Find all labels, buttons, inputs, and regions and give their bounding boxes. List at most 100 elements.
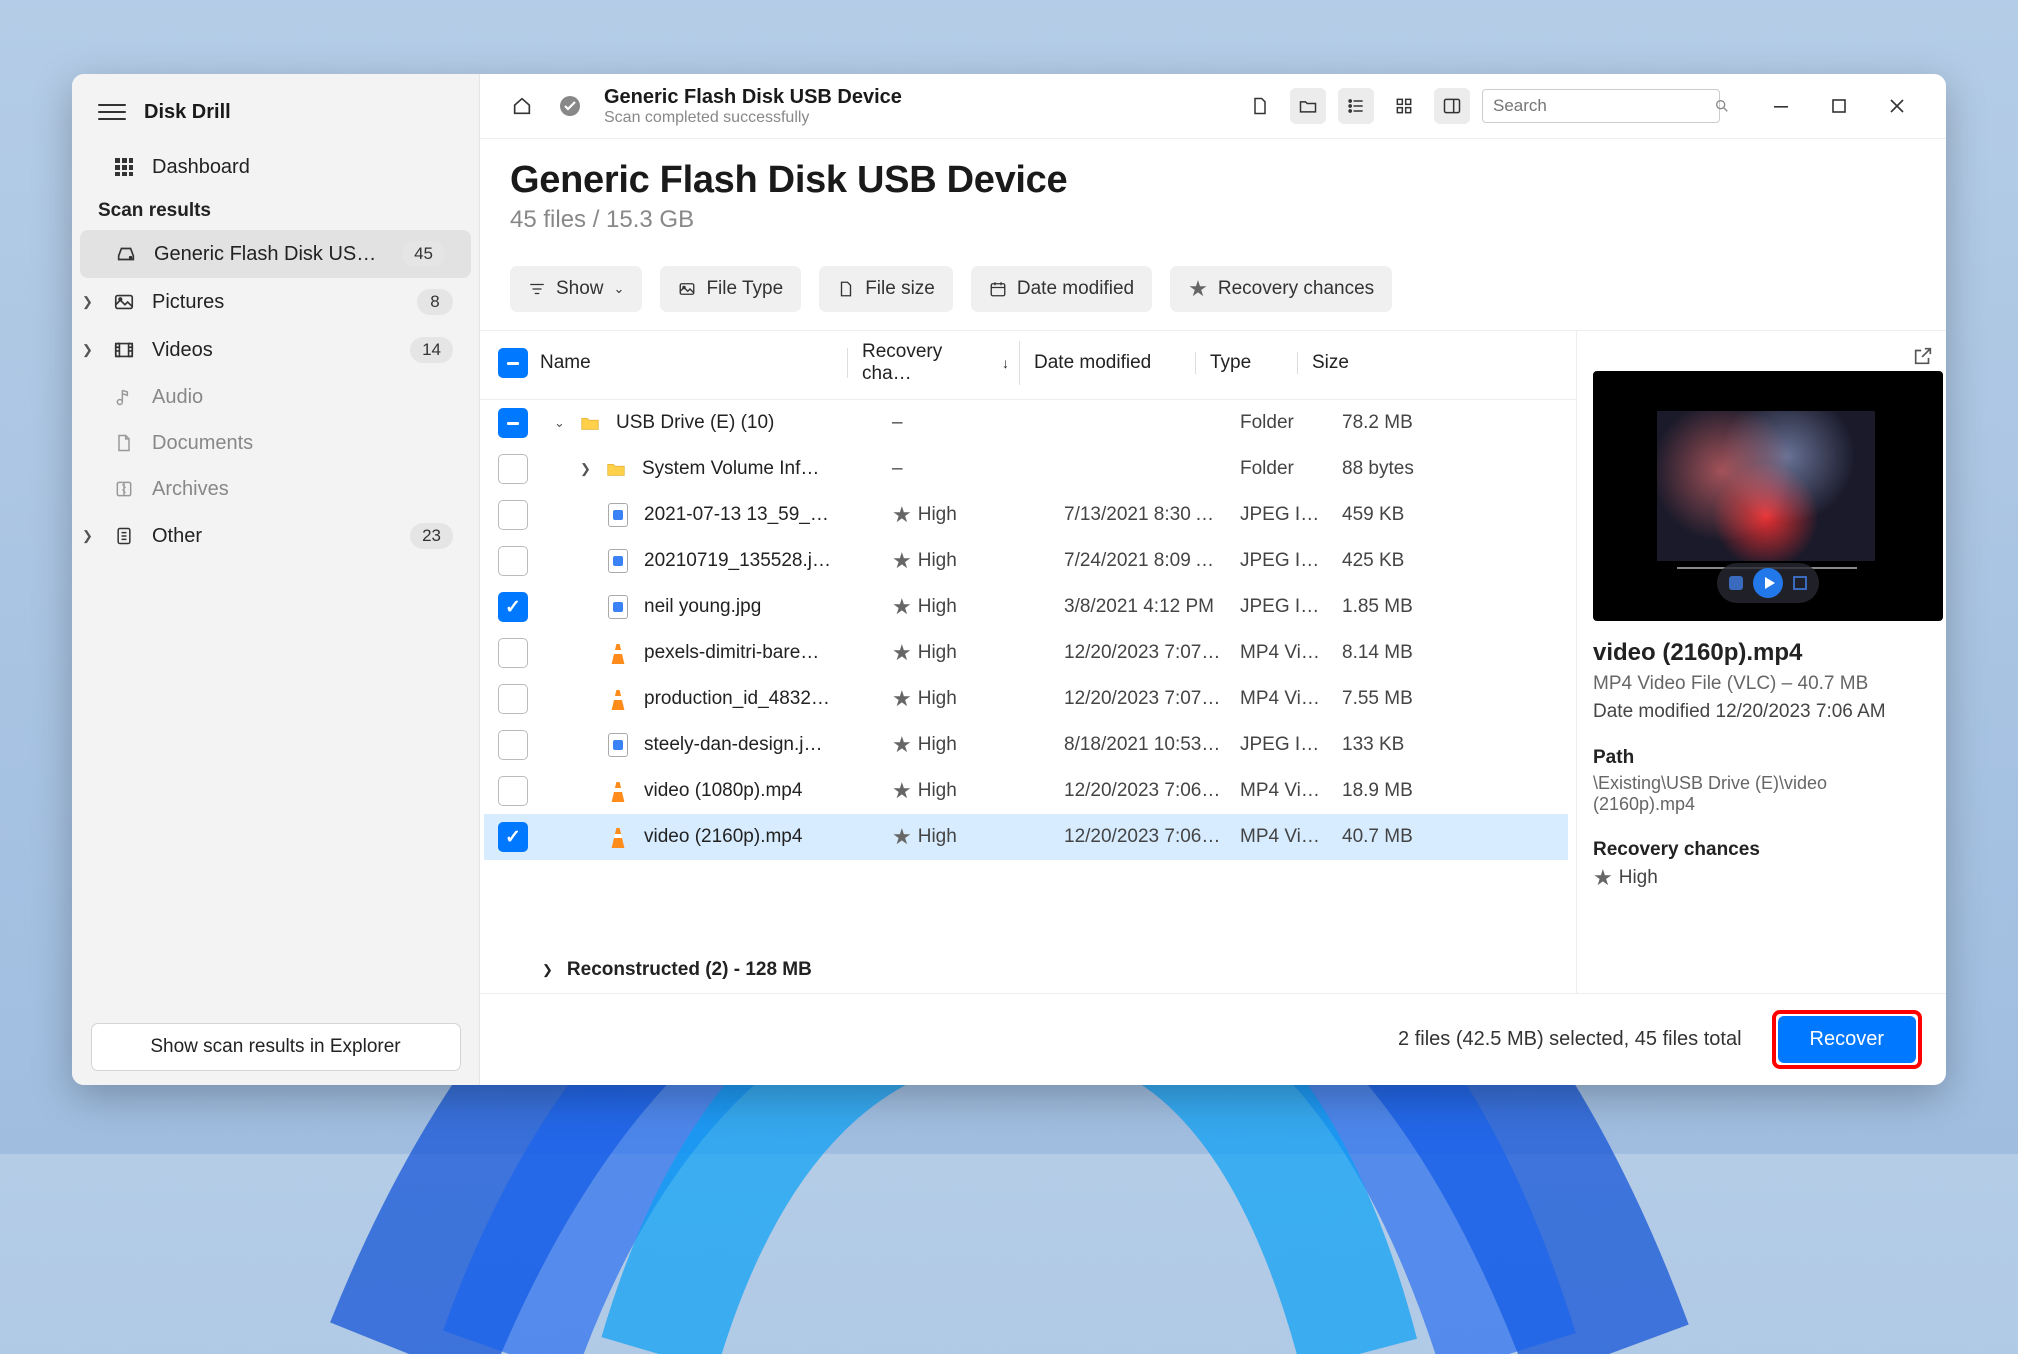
recovery-value: High: [918, 550, 957, 572]
table-row[interactable]: pexels-dimitri-bare…★High12/20/2023 7:07…: [484, 630, 1568, 676]
preview-path-value: \Existing\USB Drive (E)\video (2160p).mp…: [1593, 773, 1934, 815]
sidebar-item-documents[interactable]: Documents: [72, 420, 479, 466]
cell-recovery: –: [878, 412, 1050, 434]
cell-size: 7.55 MB: [1328, 688, 1448, 710]
table-row[interactable]: neil young.jpg★High3/8/2021 4:12 PMJPEG …: [484, 584, 1568, 630]
open-external-icon[interactable]: [1912, 345, 1934, 367]
chevron-right-icon[interactable]: ❯: [82, 528, 93, 544]
table-row[interactable]: 2021-07-13 13_59_…★High7/13/2021 8:30 A……: [484, 492, 1568, 538]
menu-icon[interactable]: [98, 98, 126, 126]
cell-size: 78.2 MB: [1328, 412, 1448, 434]
column-name[interactable]: Name: [540, 352, 591, 374]
row-checkbox[interactable]: [498, 546, 528, 576]
file-size-filter[interactable]: File size: [819, 266, 953, 312]
search-field[interactable]: [1493, 96, 1714, 116]
page-title: Generic Flash Disk USB Device: [510, 159, 1916, 202]
date-modified-filter[interactable]: Date modified: [971, 266, 1152, 312]
audio-icon: [112, 385, 136, 409]
chevron-right-icon[interactable]: ❯: [82, 294, 93, 310]
sidebar-item-archives[interactable]: Archives: [72, 466, 479, 512]
sidebar-item-videos[interactable]: ❯ Videos 14: [72, 326, 479, 374]
sidebar-item-count: 8: [417, 289, 453, 315]
sidebar-item-audio[interactable]: Audio: [72, 374, 479, 420]
row-checkbox[interactable]: [498, 500, 528, 530]
recovery-chances-filter[interactable]: ★ Recovery chances: [1170, 266, 1392, 312]
cell-type: Folder: [1226, 458, 1328, 480]
column-recovery[interactable]: Recovery cha…: [862, 341, 992, 385]
cell-type: JPEG Im…: [1226, 734, 1328, 756]
chevron-right-icon[interactable]: ❯: [580, 461, 596, 477]
file-icon[interactable]: [1242, 88, 1278, 124]
stop-icon[interactable]: [1729, 576, 1743, 590]
sidebar-item-other[interactable]: ❯ Other 23: [72, 512, 479, 560]
table-row[interactable]: video (1080p).mp4★High12/20/2023 7:06…MP…: [484, 768, 1568, 814]
minimize-button[interactable]: [1752, 84, 1810, 128]
maximize-button[interactable]: [1810, 84, 1868, 128]
show-in-explorer-button[interactable]: Show scan results in Explorer: [91, 1023, 461, 1071]
preview-thumbnail[interactable]: [1593, 371, 1943, 621]
select-all-checkbox[interactable]: [498, 348, 528, 378]
table-row[interactable]: video (2160p).mp4★High12/20/2023 7:06…MP…: [484, 814, 1568, 860]
row-checkbox[interactable]: [498, 638, 528, 668]
table-row[interactable]: 20210719_135528.j…★High7/24/2021 8:09 A……: [484, 538, 1568, 584]
file-type-filter[interactable]: File Type: [660, 266, 801, 312]
table-row[interactable]: ❯System Volume Inf…–Folder88 bytes: [484, 446, 1568, 492]
sidebar-item-drive[interactable]: Generic Flash Disk USB D… 45: [80, 230, 471, 278]
fullscreen-icon[interactable]: [1793, 576, 1807, 590]
table-row[interactable]: steely-dan-design.j…★High8/18/2021 10:53…: [484, 722, 1568, 768]
recovery-value: High: [918, 596, 957, 618]
file-name: video (2160p).mp4: [644, 826, 802, 848]
cell-type: Folder: [1226, 412, 1328, 434]
grid-view-icon[interactable]: [1386, 88, 1422, 124]
cell-size: 88 bytes: [1328, 458, 1448, 480]
play-button[interactable]: [1753, 568, 1783, 598]
reconstructed-row[interactable]: ❯ Reconstructed (2) - 128 MB: [480, 947, 1576, 993]
vlc-file-icon: [606, 687, 630, 711]
preview-filename: video (2160p).mp4: [1593, 639, 1934, 667]
sidebar-item-label: Generic Flash Disk USB D…: [154, 243, 386, 266]
column-date[interactable]: Date modified: [1020, 352, 1196, 374]
recovery-value: High: [918, 504, 957, 526]
row-checkbox[interactable]: [498, 776, 528, 806]
sidebar-item-pictures[interactable]: ❯ Pictures 8: [72, 278, 479, 326]
row-checkbox[interactable]: [498, 592, 528, 622]
show-filter[interactable]: Show ⌄: [510, 266, 642, 312]
row-checkbox[interactable]: [498, 822, 528, 852]
folder-icon: [604, 457, 628, 481]
sidebar-item-dashboard[interactable]: Dashboard: [72, 144, 479, 190]
page-header: Generic Flash Disk USB Device 45 files /…: [480, 139, 1946, 252]
table-row[interactable]: ⌄USB Drive (E) (10)–Folder78.2 MB: [484, 400, 1568, 446]
home-icon[interactable]: [504, 88, 540, 124]
cell-type: MP4 Vi…: [1226, 826, 1328, 848]
recovery-value: High: [918, 734, 957, 756]
preview-date: Date modified 12/20/2023 7:06 AM: [1593, 701, 1934, 723]
cell-recovery: ★High: [878, 686, 1050, 712]
column-type[interactable]: Type: [1196, 352, 1298, 374]
sidebar-section-label: Scan results: [72, 190, 479, 230]
file-name: 20210719_135528.j…: [644, 550, 831, 572]
folder-view-icon[interactable]: [1290, 88, 1326, 124]
row-checkbox[interactable]: [498, 454, 528, 484]
document-icon: [112, 431, 136, 455]
recover-button[interactable]: Recover: [1778, 1016, 1916, 1063]
sidebar-item-label: Audio: [152, 386, 453, 409]
row-checkbox[interactable]: [498, 408, 528, 438]
chevron-down-icon[interactable]: ⌄: [554, 415, 570, 431]
status-check-icon[interactable]: [552, 88, 588, 124]
vlc-file-icon: [606, 641, 630, 665]
row-checkbox[interactable]: [498, 730, 528, 760]
chevron-right-icon[interactable]: ❯: [82, 342, 93, 358]
cell-type: MP4 Vi…: [1226, 642, 1328, 664]
file-name: video (1080p).mp4: [644, 780, 802, 802]
star-icon: ★: [892, 640, 912, 666]
search-input[interactable]: [1482, 89, 1720, 123]
list-view-icon[interactable]: [1338, 88, 1374, 124]
column-size[interactable]: Size: [1298, 352, 1418, 374]
cell-date: 12/20/2023 7:07…: [1050, 688, 1226, 710]
row-checkbox[interactable]: [498, 684, 528, 714]
close-button[interactable]: [1868, 84, 1926, 128]
chevron-right-icon[interactable]: ❯: [542, 962, 553, 978]
table-row[interactable]: production_id_4832…★High12/20/2023 7:07……: [484, 676, 1568, 722]
cell-recovery: ★High: [878, 778, 1050, 804]
preview-panel-icon[interactable]: [1434, 88, 1470, 124]
